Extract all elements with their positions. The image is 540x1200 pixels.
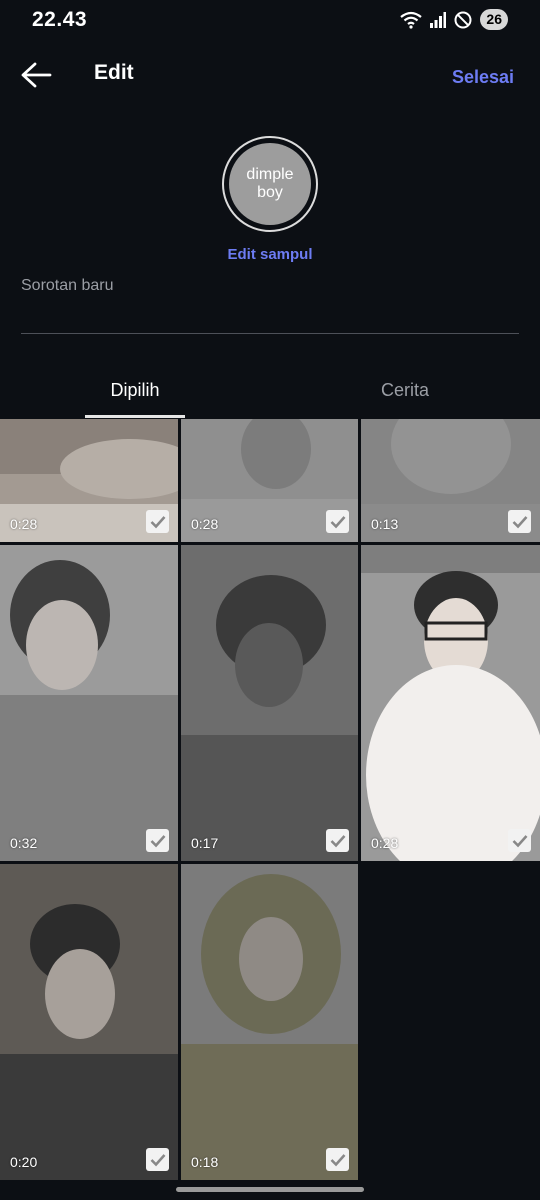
story-thumbnail[interactable]: 0:17 (181, 545, 358, 861)
tab-bar: Dipilih Cerita (0, 368, 540, 418)
story-image (0, 864, 178, 1180)
checkbox-checked[interactable] (326, 1148, 349, 1171)
story-duration: 0:32 (10, 835, 38, 851)
check-icon (330, 834, 345, 847)
story-image (181, 545, 358, 861)
story-thumbnail[interactable]: 0:13 (361, 419, 540, 542)
signal-icon (430, 11, 447, 28)
highlight-name-input[interactable] (21, 271, 519, 301)
check-icon (512, 515, 527, 528)
story-duration: 0:28 (191, 516, 219, 532)
checkbox-checked[interactable] (508, 829, 531, 852)
battery-icon: 26 (480, 9, 508, 30)
checkbox-checked[interactable] (508, 510, 531, 533)
page-title: Edit (94, 61, 134, 84)
tab-selected[interactable]: Dipilih (85, 368, 185, 418)
story-thumbnail[interactable]: 0:32 (0, 545, 178, 861)
highlight-cover-ring: dimple boy (222, 136, 318, 232)
check-icon (150, 834, 165, 847)
check-icon (150, 1153, 165, 1166)
check-icon (330, 1153, 345, 1166)
highlight-name-field (21, 271, 519, 334)
highlight-cover[interactable]: dimple boy (229, 143, 311, 225)
wifi-icon (400, 11, 423, 29)
checkbox-checked[interactable] (146, 1148, 169, 1171)
checkbox-checked[interactable] (326, 829, 349, 852)
story-thumbnail[interactable]: 0:20 (0, 864, 178, 1180)
story-image (361, 545, 540, 861)
check-icon (150, 515, 165, 528)
story-grid: 0:28 0:28 0:13 0:32 0:17 0:28 0:20 0:18 (0, 419, 540, 1200)
active-tab-indicator (85, 415, 185, 418)
checkbox-checked[interactable] (146, 510, 169, 533)
status-icons: 26 (400, 9, 508, 30)
story-duration: 0:13 (371, 516, 399, 532)
check-icon (330, 515, 345, 528)
story-thumbnail[interactable]: 0:28 (0, 419, 178, 542)
done-button[interactable]: Selesai (452, 67, 514, 88)
top-app-bar: Edit Selesai (0, 50, 540, 100)
story-thumbnail[interactable]: 0:28 (181, 419, 358, 542)
home-indicator[interactable] (176, 1187, 364, 1192)
tab-stories[interactable]: Cerita (355, 368, 455, 418)
status-bar: 22.43 26 (0, 0, 540, 40)
story-image (181, 864, 358, 1180)
story-duration: 0:28 (371, 835, 399, 851)
edit-cover-button[interactable]: Edit sampul (0, 246, 540, 263)
story-image (0, 545, 178, 861)
check-icon (512, 834, 527, 847)
story-duration: 0:20 (10, 1154, 38, 1170)
story-duration: 0:28 (10, 516, 38, 532)
story-thumbnail[interactable]: 0:28 (361, 545, 540, 861)
do-not-disturb-icon (454, 11, 472, 28)
story-duration: 0:17 (191, 835, 219, 851)
arrow-left-icon (21, 62, 52, 88)
status-time: 22.43 (32, 8, 88, 31)
story-duration: 0:18 (191, 1154, 219, 1170)
cover-text: dimple boy (246, 166, 294, 201)
story-thumbnail[interactable]: 0:18 (181, 864, 358, 1180)
checkbox-checked[interactable] (146, 829, 169, 852)
checkbox-checked[interactable] (326, 510, 349, 533)
back-button[interactable] (18, 59, 54, 91)
